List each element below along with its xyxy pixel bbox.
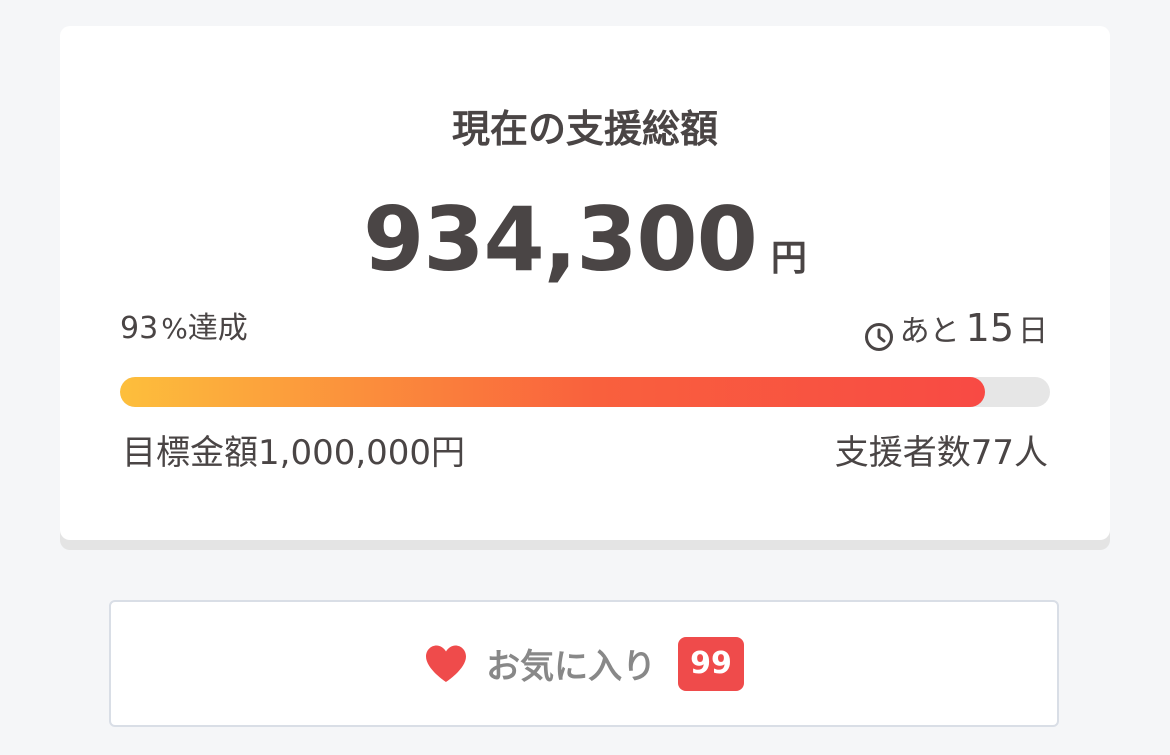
achievement-rate: 93 %達成 <box>120 314 248 344</box>
remaining-prefix: あと <box>899 314 960 349</box>
funding-title: 現在の支援総額 <box>451 107 718 151</box>
favorite-label: お気に入り <box>486 647 657 687</box>
funding-amount: 934,300 <box>363 188 758 291</box>
funding-currency: 円 <box>770 238 807 279</box>
achievement-suffix: 達成 <box>187 311 248 346</box>
favorite-button[interactable]: お気に入り 99 <box>109 600 1059 727</box>
remaining-days: 15 <box>965 306 1014 350</box>
funding-summary-card: 現在の支援総額 934,300 円 93 %達成 あと 15 日 目標金額1,000… <box>60 26 1110 540</box>
remaining-time: あと 15 日 <box>864 306 1048 351</box>
funding-amount-row: 934,300 円 <box>60 196 1110 284</box>
achievement-percent-sign: % <box>161 312 188 345</box>
remaining-suffix: 日 <box>1018 314 1048 349</box>
clock-icon <box>864 323 893 351</box>
goal-amount: 目標金額1,000,000円 <box>122 433 466 473</box>
achievement-number: 93 <box>120 311 159 346</box>
progress-bar-fill <box>120 377 985 407</box>
heart-icon <box>426 645 467 682</box>
progress-bar <box>120 377 1050 407</box>
favorite-count-badge: 99 <box>678 636 744 691</box>
supporter-count: 支援者数77人 <box>834 433 1048 473</box>
